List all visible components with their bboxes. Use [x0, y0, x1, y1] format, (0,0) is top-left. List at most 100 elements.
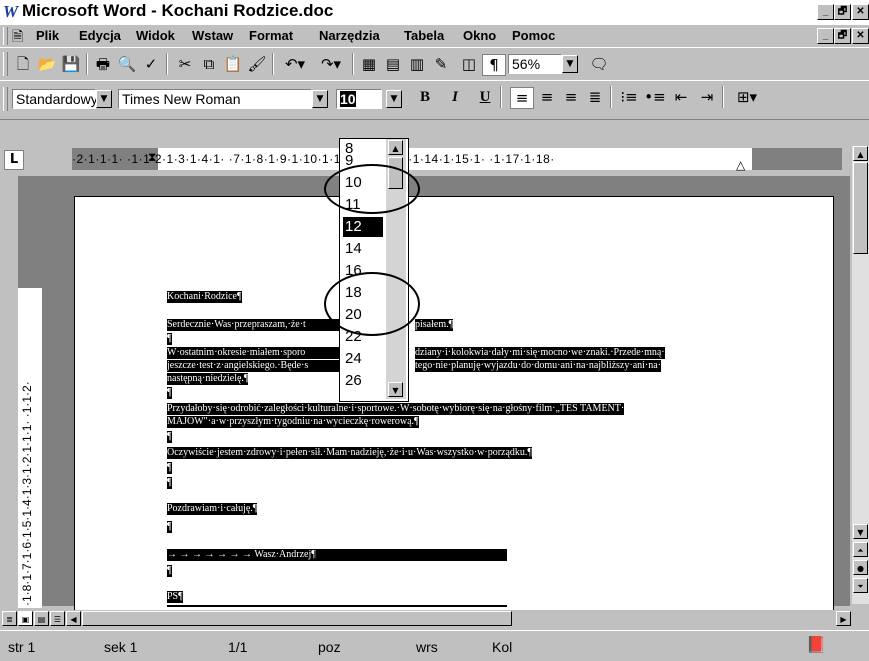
vertical-scrollbar[interactable]: ▲ ▼ ⏶ ● ⏷	[852, 146, 869, 604]
horizontal-ruler[interactable]: ·2·1·1·1· ·1·1·2·1·3·1·4·1· ·7·1·8·1·9·1…	[72, 148, 842, 170]
doc-line[interactable]: MAJOW"·a·w·przyszłym·tygodniu·na·wyciecz…	[167, 416, 419, 428]
scroll-down-button[interactable]: ▼	[853, 524, 868, 539]
doc-line[interactable]: PS¶	[167, 591, 183, 603]
scroll-right-button[interactable]: ▶	[836, 611, 851, 626]
undo-icon[interactable]: ↶▾	[278, 54, 312, 74]
italic-button[interactable]: I	[444, 87, 466, 107]
select-browse-object-button[interactable]: ●	[853, 560, 868, 575]
underline-button[interactable]: U	[474, 87, 496, 107]
font-size-option[interactable]: 24	[343, 349, 383, 369]
office-assistant-icon[interactable]: 🗨	[588, 54, 610, 74]
copy-icon[interactable]: ⧉	[198, 54, 220, 74]
tab-selector[interactable]: L	[4, 150, 24, 170]
menu-edycja[interactable]: Edycja	[79, 28, 121, 43]
drawing-icon[interactable]: ✎	[430, 54, 452, 74]
menu-narzedzia[interactable]: Narzędzia	[319, 28, 380, 43]
document-page[interactable]: Kochani·Rodzice¶ Serdecznie·Was·przepras…	[74, 196, 834, 618]
doc-line[interactable]: ¶	[167, 387, 172, 399]
doc-line[interactable]: W·ostatnim·okresie·miałem·sporo	[167, 347, 341, 359]
paste-icon[interactable]: 📋	[222, 54, 244, 74]
vertical-ruler[interactable]: ·1·8·1·7·1·6·1·5·1·4·1·3·1·2·1·1·1· ·1·1…	[18, 178, 42, 608]
columns-icon[interactable]: ▥	[406, 54, 428, 74]
font-size-dropdown-button[interactable]: ▼	[386, 90, 402, 108]
font-size-option[interactable]: 26	[343, 371, 383, 391]
align-center-icon[interactable]: ≡	[536, 87, 558, 107]
menu-pomoc[interactable]: Pomoc	[512, 28, 555, 43]
menu-format[interactable]: Format	[249, 28, 293, 43]
doc-line[interactable]: Przydałoby·się·odrobić·zaległości·kultur…	[167, 403, 625, 415]
doc-line[interactable]: Oczywiście·jestem·zdrowy·i·pełen·sił.·Ma…	[167, 447, 532, 459]
doc-line[interactable]: dziany·i·kolokwia·dały·mi·się·mocno·we·z…	[415, 347, 665, 359]
save-icon[interactable]: 💾	[60, 54, 82, 74]
zoom-combo[interactable]: 56%	[508, 54, 562, 74]
borders-icon[interactable]: ⊞▾	[730, 87, 764, 107]
doc-line[interactable]: ¶	[167, 565, 172, 577]
document-map-icon[interactable]: ◫	[458, 54, 480, 74]
scroll-left-button[interactable]: ◀	[66, 611, 81, 626]
spelling-status-icon[interactable]: 📕	[806, 635, 826, 655]
font-size-option-selected[interactable]: 12	[343, 217, 383, 237]
menu-grip[interactable]	[3, 27, 8, 45]
new-document-icon[interactable]: 🗋	[12, 54, 34, 74]
scroll-thumb[interactable]	[853, 162, 868, 254]
doc-line[interactable]: ¶	[167, 521, 172, 533]
page-layout-view-button[interactable]: ▣	[18, 611, 33, 626]
style-dropdown-button[interactable]: ▼	[96, 90, 112, 108]
right-indent-marker[interactable]: △	[736, 158, 745, 172]
doc-line[interactable]: → → → → → → → Wasz·Andrzej¶	[167, 549, 507, 561]
hscroll-thumb[interactable]	[82, 611, 512, 626]
print-preview-icon[interactable]: 🔍	[116, 54, 138, 74]
normal-view-button[interactable]: ≣	[2, 611, 17, 626]
font-dropdown-button[interactable]: ▼	[312, 90, 328, 108]
size-list-down-button[interactable]: ▼	[388, 382, 403, 397]
font-size-option[interactable]: 14	[343, 239, 383, 259]
font-combo[interactable]: Times New Roman	[118, 89, 312, 109]
show-paragraph-icon[interactable]: ¶	[482, 54, 506, 76]
menu-okno[interactable]: Okno	[463, 28, 496, 43]
cut-icon[interactable]: ✂	[174, 54, 196, 74]
doc-restore-button[interactable]: 🗗	[834, 28, 851, 44]
bullets-icon[interactable]: •≡	[644, 87, 666, 107]
word-app-icon[interactable]: W	[3, 2, 21, 22]
print-icon[interactable]: 🖶	[92, 54, 114, 74]
doc-line[interactable]: pisałem.¶	[415, 319, 454, 331]
doc-line[interactable]: jeszcze·test·z·angielskiego.·Będe·s	[167, 360, 341, 372]
open-folder-icon[interactable]: 📂	[36, 54, 58, 74]
online-layout-view-button[interactable]: ▤	[34, 611, 49, 626]
outline-view-button[interactable]: ☰	[50, 611, 65, 626]
doc-line[interactable]: ¶	[167, 431, 172, 443]
zoom-dropdown-button[interactable]: ▼	[562, 55, 578, 73]
align-left-icon[interactable]: ≡	[510, 87, 534, 109]
toolbar-grip[interactable]	[3, 87, 8, 111]
doc-line[interactable]: ¶	[167, 462, 172, 474]
minimize-button[interactable]: _	[817, 4, 834, 20]
numbering-icon[interactable]: ⁝≡	[618, 87, 640, 107]
toolbar-grip[interactable]	[3, 52, 8, 76]
close-button[interactable]: ✕	[852, 4, 869, 20]
tables-borders-icon[interactable]: ▦	[358, 54, 380, 74]
next-page-button[interactable]: ⏷	[853, 578, 868, 593]
doc-line[interactable]: tego·nie·planuję·wyjazdu·do·domu·ani·na·…	[415, 360, 662, 372]
excel-sheet-icon[interactable]: ▤	[382, 54, 404, 74]
menu-tabela[interactable]: Tabela	[404, 28, 444, 43]
menu-widok[interactable]: Widok	[136, 28, 175, 43]
align-right-icon[interactable]: ≡	[560, 87, 582, 107]
doc-line[interactable]: ¶	[167, 333, 172, 345]
font-size-combo[interactable]: 10	[336, 89, 382, 109]
doc-line[interactable]: Pozdrawiam·i·całuję.¶	[167, 503, 258, 515]
size-list-up-button[interactable]: ▲	[388, 140, 403, 155]
increase-indent-icon[interactable]: ⇥	[696, 87, 718, 107]
prev-page-button[interactable]: ⏶	[853, 542, 868, 557]
doc-line[interactable]: Serdecznie·Was·przepraszam,·że·t	[167, 319, 341, 331]
restore-button[interactable]: 🗗	[834, 4, 851, 20]
indent-marker[interactable]: ⧗	[148, 150, 156, 165]
spelling-icon[interactable]: ✓	[140, 54, 162, 74]
format-painter-icon[interactable]: 🖌	[246, 54, 268, 74]
doc-line[interactable]: następną·niedzielę.¶	[167, 373, 249, 385]
doc-minimize-button[interactable]: _	[817, 28, 834, 44]
doc-line[interactable]: ¶	[167, 477, 172, 489]
bold-button[interactable]: B	[414, 87, 436, 107]
horizontal-scrollbar[interactable]: ≣ ▣ ▤ ☰ ◀ ▶	[0, 610, 869, 628]
style-combo[interactable]: Standardowy	[12, 89, 98, 109]
justify-icon[interactable]: ≣	[584, 87, 606, 107]
